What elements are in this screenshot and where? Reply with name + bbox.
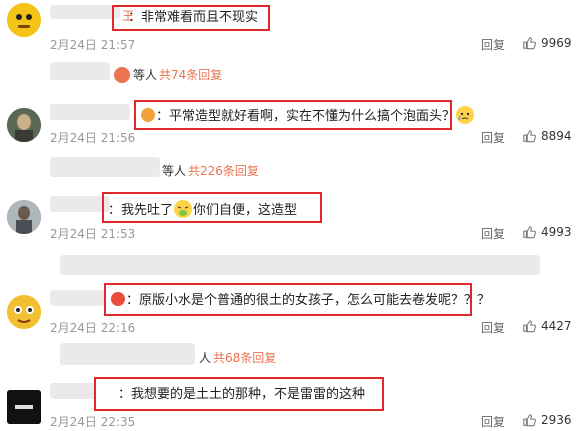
comment-date: 2月24日 21:57 [50, 38, 136, 52]
like-button[interactable]: 4993 [522, 225, 572, 239]
thumbs-up-icon [523, 226, 536, 239]
thumbs-up-icon [523, 130, 536, 143]
thumbs-up-icon [523, 37, 536, 50]
like-count: 9969 [541, 36, 572, 50]
username-blurred [50, 104, 130, 120]
reply-button[interactable]: 回复 [481, 129, 505, 146]
crying-face-icon [456, 106, 475, 124]
view-replies-link[interactable]: 人 共68条回复 [199, 349, 276, 366]
like-count: 4993 [541, 225, 572, 239]
comment-date: 2月24日 22:16 [50, 321, 136, 335]
user-badge-icon [111, 292, 125, 306]
avatar[interactable] [7, 295, 41, 329]
username-blurred [50, 290, 105, 306]
reply-avatars-blurred [50, 157, 160, 177]
avatar[interactable] [7, 200, 41, 234]
avatar[interactable] [7, 3, 41, 37]
reply-avatars-blurred [60, 343, 195, 365]
like-count: 8894 [541, 129, 572, 143]
comment-text: ：平常造型就好看啊，实在不懂为什么搞个泡面头？ [140, 106, 475, 126]
vomit-face-icon [174, 200, 193, 218]
reply-preview-blurred [60, 255, 540, 275]
comment-date: 2月24日 21:53 [50, 227, 136, 241]
avatar[interactable] [7, 390, 41, 424]
comment-date: 2月24日 21:56 [50, 131, 136, 145]
like-button[interactable]: 2936 [522, 413, 572, 427]
username-blurred [50, 5, 120, 19]
view-replies-link[interactable]: 等人 共226条回复 [162, 162, 259, 179]
avatar[interactable] [7, 108, 41, 142]
user-badge-icon [141, 108, 155, 122]
like-button[interactable]: 9969 [522, 36, 572, 50]
like-count: 4427 [541, 319, 572, 333]
reply-button[interactable]: 回复 [481, 225, 505, 242]
like-count: 2936 [541, 413, 572, 427]
comment-text: ：非常难看而且不现实 [128, 10, 259, 25]
thumbs-up-icon [523, 320, 536, 333]
comment-text: ：我先吐了 你们自便，这造型 [108, 200, 297, 220]
like-button[interactable]: 4427 [522, 319, 572, 333]
username-blurred [50, 196, 110, 212]
like-button[interactable]: 8894 [522, 129, 572, 143]
comment-text: ：我想要的是土土的那种，不是雷雷的这种 [118, 387, 366, 402]
reply-avatar-badge [114, 66, 130, 83]
comment-text: ：原版小水是个普通的很土的女孩子，怎么可能去卷发呢？？？ [110, 292, 490, 310]
reply-avatars-blurred [50, 62, 110, 80]
comment-date: 2月24日 22:35 [50, 415, 136, 429]
thumbs-up-icon [523, 414, 536, 427]
reply-button[interactable]: 回复 [481, 36, 505, 53]
username-blurred [50, 383, 95, 399]
reply-button[interactable]: 回复 [481, 319, 505, 336]
reply-button[interactable]: 回复 [481, 413, 505, 430]
view-replies-link[interactable]: 等人 共74条回复 [114, 66, 222, 83]
